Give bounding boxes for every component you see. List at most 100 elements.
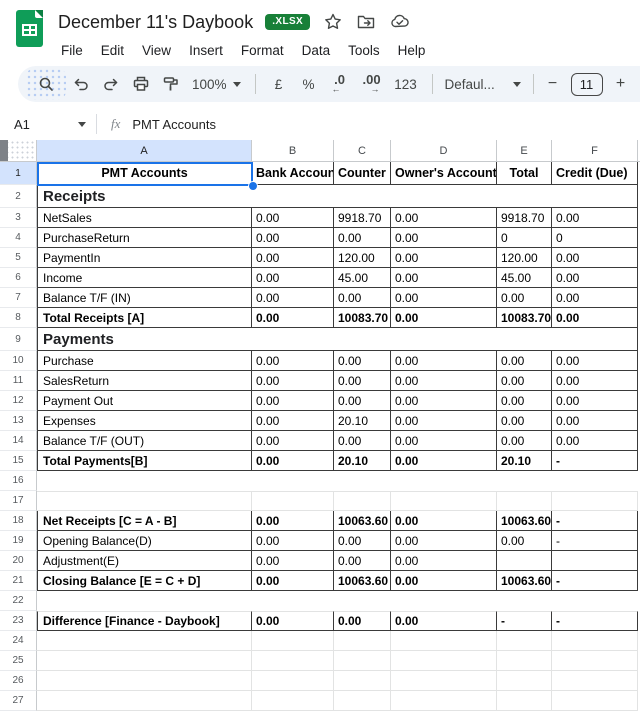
cell-A7[interactable]: Balance T/F (IN) <box>37 288 252 308</box>
cell-B7[interactable]: 0.00 <box>252 288 334 308</box>
menu-edit[interactable]: Edit <box>92 43 133 58</box>
cell-A21[interactable]: Closing Balance [E = C + D] <box>37 571 252 591</box>
cell-B10[interactable]: 0.00 <box>252 351 334 371</box>
cell-B23[interactable]: 0.00 <box>252 611 334 631</box>
font-family-select[interactable]: Defaul... <box>445 77 521 92</box>
cell-B17[interactable] <box>252 491 334 511</box>
cell-B14[interactable]: 0.00 <box>252 431 334 451</box>
search-button[interactable] <box>26 68 66 100</box>
cell-E14[interactable]: 0.00 <box>497 431 552 451</box>
cell-B25[interactable] <box>252 651 334 671</box>
cell-E13[interactable]: 0.00 <box>497 411 552 431</box>
menu-help[interactable]: Help <box>389 43 435 58</box>
cell-E17[interactable] <box>497 491 552 511</box>
cell-D19[interactable]: 0.00 <box>391 531 497 551</box>
cell-C7[interactable]: 0.00 <box>334 288 391 308</box>
menu-insert[interactable]: Insert <box>180 43 232 58</box>
cell-F20[interactable] <box>552 551 638 571</box>
cell-F1[interactable]: Credit (Due) <box>552 162 638 185</box>
move-folder-icon[interactable] <box>356 12 376 32</box>
cloud-check-icon[interactable] <box>389 12 411 32</box>
row-header-4[interactable]: 4 <box>0 228 37 248</box>
cell-A15[interactable]: Total Payments[B] <box>37 451 252 471</box>
column-header-b[interactable]: B <box>252 140 334 162</box>
cell-D1[interactable]: Owner's Account <box>391 162 497 185</box>
cell-A10[interactable]: Purchase <box>37 351 252 371</box>
row-header-1[interactable]: 1 <box>0 162 37 185</box>
cell-C8[interactable]: 10083.70 <box>334 308 391 328</box>
fill-handle[interactable] <box>248 181 258 191</box>
row-header-24[interactable]: 24 <box>0 631 37 651</box>
cell-D18[interactable]: 0.00 <box>391 511 497 531</box>
cell-B1[interactable]: Bank Account <box>252 162 334 185</box>
cell-B18[interactable]: 0.00 <box>252 511 334 531</box>
row-header-25[interactable]: 25 <box>0 651 37 671</box>
row-header-18[interactable]: 18 <box>0 511 37 531</box>
row-header-17[interactable]: 17 <box>0 491 37 511</box>
cell-C21[interactable]: 10063.60 <box>334 571 391 591</box>
cell-A19[interactable]: Opening Balance(D) <box>37 531 252 551</box>
cell-F26[interactable] <box>552 671 638 691</box>
row-header-22[interactable]: 22 <box>0 591 37 611</box>
row-header-5[interactable]: 5 <box>0 248 37 268</box>
cell-C12[interactable]: 0.00 <box>334 391 391 411</box>
cell-C25[interactable] <box>334 651 391 671</box>
cell-E12[interactable]: 0.00 <box>497 391 552 411</box>
cell-E24[interactable] <box>497 631 552 651</box>
cell-E26[interactable] <box>497 671 552 691</box>
cell-D3[interactable]: 0.00 <box>391 208 497 228</box>
cell-E23[interactable]: - <box>497 611 552 631</box>
cell-A27[interactable] <box>37 691 252 711</box>
cell-E19[interactable]: 0.00 <box>497 531 552 551</box>
increase-decimal-button[interactable]: .00 → <box>356 73 388 94</box>
cell-F5[interactable]: 0.00 <box>552 248 638 268</box>
section-cell-a2[interactable]: Receipts <box>37 185 638 208</box>
cell-C4[interactable]: 0.00 <box>334 228 391 248</box>
cell-F12[interactable]: 0.00 <box>552 391 638 411</box>
row-header-7[interactable]: 7 <box>0 288 37 308</box>
cell-C26[interactable] <box>334 671 391 691</box>
cell-D27[interactable] <box>391 691 497 711</box>
cell-E27[interactable] <box>497 691 552 711</box>
cell-D8[interactable]: 0.00 <box>391 308 497 328</box>
redo-button[interactable] <box>96 69 126 99</box>
column-header-c[interactable]: C <box>334 140 391 162</box>
menu-view[interactable]: View <box>133 43 180 58</box>
cell-F23[interactable]: - <box>552 611 638 631</box>
cell-F10[interactable]: 0.00 <box>552 351 638 371</box>
percent-format-button[interactable]: % <box>294 69 324 99</box>
cell-D12[interactable]: 0.00 <box>391 391 497 411</box>
cell-A25[interactable] <box>37 651 252 671</box>
cell-B3[interactable]: 0.00 <box>252 208 334 228</box>
cell-C5[interactable]: 120.00 <box>334 248 391 268</box>
cell-E5[interactable]: 120.00 <box>497 248 552 268</box>
row-header-13[interactable]: 13 <box>0 411 37 431</box>
row-header-14[interactable]: 14 <box>0 431 37 451</box>
cell-B21[interactable]: 0.00 <box>252 571 334 591</box>
column-header-f[interactable]: F <box>552 140 638 162</box>
row-header-12[interactable]: 12 <box>0 391 37 411</box>
zoom-control[interactable]: 100% <box>192 77 241 92</box>
name-box[interactable]: A1 <box>0 117 96 132</box>
cell-B26[interactable] <box>252 671 334 691</box>
cell-E3[interactable]: 9918.70 <box>497 208 552 228</box>
row-header-20[interactable]: 20 <box>0 551 37 571</box>
cell-D20[interactable]: 0.00 <box>391 551 497 571</box>
cell-E7[interactable]: 0.00 <box>497 288 552 308</box>
cell-A18[interactable]: Net Receipts [C = A - B] <box>37 511 252 531</box>
row-header-27[interactable]: 27 <box>0 691 37 711</box>
cell-C24[interactable] <box>334 631 391 651</box>
cell-A23[interactable]: Difference [Finance - Daybook] <box>37 611 252 631</box>
cell-A17[interactable] <box>37 491 252 511</box>
cell-F14[interactable]: 0.00 <box>552 431 638 451</box>
cell-E6[interactable]: 45.00 <box>497 268 552 288</box>
section-cell-a9[interactable]: Payments <box>37 328 638 351</box>
cell-C3[interactable]: 9918.70 <box>334 208 391 228</box>
cell-F19[interactable]: - <box>552 531 638 551</box>
cell-F11[interactable]: 0.00 <box>552 371 638 391</box>
cell-A1[interactable]: PMT Accounts <box>37 162 252 185</box>
select-all-corner[interactable] <box>0 140 37 162</box>
cell-C6[interactable]: 45.00 <box>334 268 391 288</box>
cell-E1[interactable]: Total <box>497 162 552 185</box>
cell-D24[interactable] <box>391 631 497 651</box>
